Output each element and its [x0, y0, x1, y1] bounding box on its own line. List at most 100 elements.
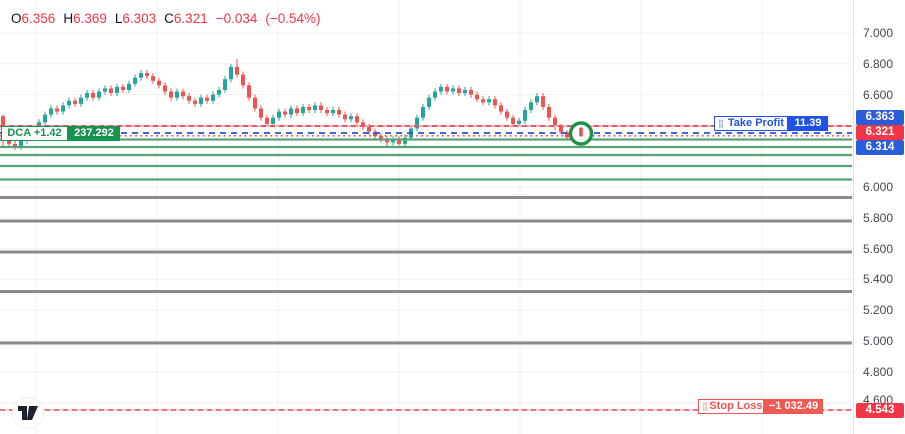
candle-body: [259, 108, 263, 118]
price-tick-label: 6.000: [863, 180, 894, 194]
tradingview-logo-icon: [18, 406, 38, 420]
take-profit-value: 11.39: [788, 116, 828, 131]
candle-body: [559, 126, 563, 133]
ohlc-change-value: −0.034: [215, 11, 258, 26]
stop-loss-label[interactable]: ⣿ Stop Loss −1 032.49: [698, 399, 823, 414]
price-tick-label: 4.800: [863, 365, 894, 379]
ohlc-open-label: O: [11, 11, 22, 26]
candle-body: [433, 91, 437, 98]
ohlc-low-value: 6.303: [122, 11, 157, 26]
candle-body: [205, 97, 209, 101]
candle-body: [97, 91, 101, 98]
candle-body: [199, 97, 203, 104]
candle-body: [289, 108, 293, 115]
candle-body: [367, 126, 371, 132]
candle-body: [235, 66, 239, 75]
candle-body: [157, 80, 161, 86]
candle-body: [523, 110, 527, 121]
candle-body: [229, 66, 233, 80]
candle-body: [451, 88, 455, 92]
take-profit-label[interactable]: ⣿ Take Profit 11.39: [714, 116, 828, 131]
candlestick-chart-pane[interactable]: [0, 0, 905, 434]
drag-handle-icon[interactable]: ⣿: [699, 400, 709, 413]
candle-body: [151, 76, 155, 81]
candle-body: [331, 110, 335, 114]
candle-body: [103, 88, 107, 92]
price-badge: 4.543: [856, 403, 904, 418]
price-tick-label: 5.800: [863, 211, 894, 225]
candle-body: [181, 91, 185, 97]
candle-body: [301, 106, 305, 114]
price-badge: 6.314: [856, 140, 904, 155]
candle-body: [535, 96, 539, 103]
price-axis[interactable]: 7.000 6.800 6.600 6.000 5.800 5.600 5.400 5.200…: [853, 0, 905, 434]
candle-body: [295, 108, 299, 114]
candle-body: [427, 97, 431, 107]
candle-body: [175, 91, 179, 98]
candle-body: [247, 85, 251, 98]
candle-body: [541, 96, 545, 107]
take-profit-text: Take Profit: [727, 117, 784, 129]
candle-body: [79, 97, 83, 104]
price-tick-label: 6.600: [863, 88, 894, 102]
candle-body: [145, 73, 149, 77]
order-marker-icon[interactable]: [568, 121, 594, 146]
candle-body: [193, 100, 197, 104]
candle-body: [163, 85, 167, 92]
candle-body: [271, 117, 275, 124]
ohlc-close-value: 6.321: [173, 11, 208, 26]
candle-body: [313, 105, 317, 110]
candle-body: [319, 105, 323, 110]
price-tick-label: 5.000: [863, 334, 894, 348]
price-badge: 6.363: [856, 109, 904, 125]
candle-body: [139, 73, 143, 78]
candle-body: [325, 110, 329, 114]
ohlc-open-value: 6.356: [21, 11, 56, 26]
candle-body: [133, 77, 137, 84]
dca-label-text: DCA +1.42: [7, 127, 62, 139]
candle-body: [445, 86, 449, 92]
candle-body: [121, 86, 125, 90]
candle-body: [49, 108, 53, 115]
stop-loss-text: Stop Loss: [709, 400, 763, 412]
ohlc-change-percent: (−0.54%): [265, 11, 321, 26]
candle-body: [253, 97, 257, 109]
candle-body: [487, 99, 491, 103]
candle-body: [265, 117, 269, 124]
candle-body: [109, 88, 113, 94]
candle-body: [529, 102, 533, 110]
candle-body: [169, 91, 173, 98]
candle-body: [349, 116, 353, 120]
candle-body: [343, 114, 347, 120]
candle-body: [457, 88, 461, 94]
candle-body: [481, 99, 485, 103]
price-tick-label: 7.000: [863, 26, 894, 40]
stop-loss-value: −1 032.49: [764, 399, 823, 414]
candle-body: [283, 111, 287, 115]
candle-body: [337, 110, 341, 115]
candle-body: [67, 100, 71, 106]
drag-handle-icon[interactable]: ⣿: [715, 117, 725, 130]
candle-body: [355, 116, 359, 123]
candle-body: [211, 94, 215, 101]
candle-body: [241, 74, 245, 86]
candle-body: [517, 120, 521, 124]
ohlc-close-label: C: [164, 11, 174, 26]
candle-body: [91, 93, 95, 98]
candle-body: [499, 105, 503, 112]
candle-body: [493, 99, 497, 106]
candle-body: [421, 106, 425, 118]
dca-position-label[interactable]: DCA +1.42 237.292: [1, 126, 120, 141]
candle-body: [85, 93, 89, 98]
candle-body: [475, 94, 479, 100]
dca-label-value: 237.292: [68, 126, 120, 141]
candle-body: [73, 100, 77, 104]
candle-body: [439, 86, 443, 92]
ohlc-low-label: L: [114, 11, 123, 26]
ohlc-high-label: H: [63, 11, 74, 26]
candle-body: [115, 86, 119, 94]
tradingview-logo[interactable]: [13, 398, 43, 428]
price-tick-label: 5.600: [863, 242, 894, 256]
candle-body: [469, 89, 473, 95]
price-tick-label: 5.200: [863, 303, 894, 317]
